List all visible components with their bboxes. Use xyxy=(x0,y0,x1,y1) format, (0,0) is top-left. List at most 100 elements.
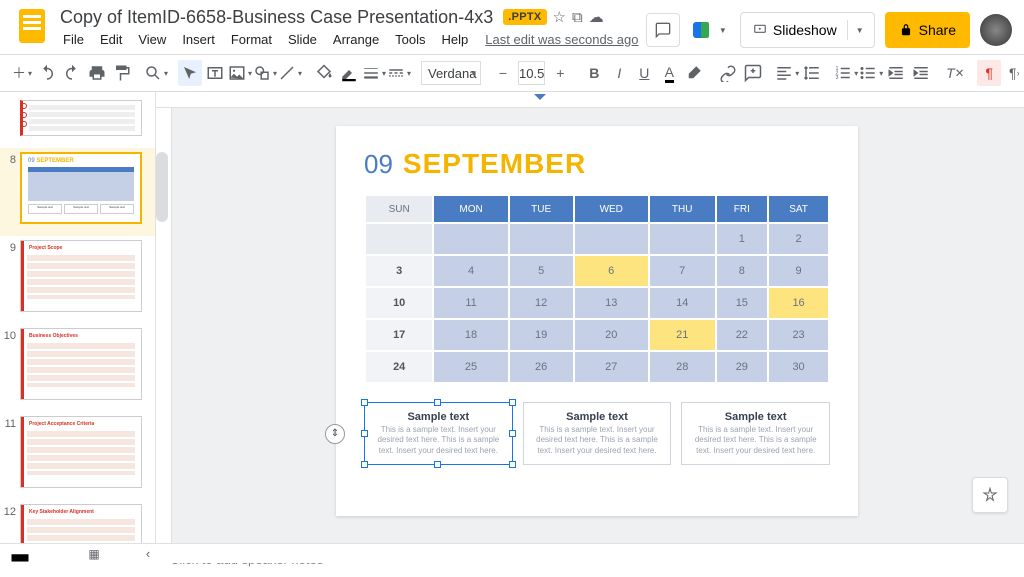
menu-help[interactable]: Help xyxy=(435,30,476,49)
font-size-increase[interactable]: + xyxy=(548,60,572,86)
cal-cell[interactable] xyxy=(650,224,715,254)
indent-decrease-button[interactable] xyxy=(884,60,908,86)
text-box-2[interactable]: Sample textThis is a sample text. Insert… xyxy=(681,402,830,465)
cal-cell[interactable]: 10 xyxy=(366,288,432,318)
text-box-1[interactable]: Sample textThis is a sample text. Insert… xyxy=(523,402,672,465)
cloud-icon[interactable]: ☁ xyxy=(589,8,604,26)
last-edit-link[interactable]: Last edit was seconds ago xyxy=(485,32,638,47)
explore-button[interactable] xyxy=(972,477,1008,513)
underline-button[interactable]: U xyxy=(632,60,656,86)
slide-thumb-12[interactable]: Key Stakeholder Alignment xyxy=(20,504,142,543)
slide-thumb-8[interactable]: 09 SEPTEMBERSample textSample textSample… xyxy=(20,152,142,224)
cal-cell[interactable]: 26 xyxy=(510,352,573,382)
resize-handle[interactable] xyxy=(434,399,441,406)
cal-cell[interactable]: 11 xyxy=(434,288,507,318)
ruler-marker-icon[interactable] xyxy=(534,94,546,104)
cal-cell[interactable] xyxy=(434,224,507,254)
cal-cell[interactable]: 2 xyxy=(769,224,828,254)
border-dash-button[interactable]: ▾ xyxy=(387,60,411,86)
cal-cell[interactable]: 28 xyxy=(650,352,715,382)
cal-cell[interactable] xyxy=(366,224,432,254)
cal-cell[interactable]: 6 xyxy=(575,256,648,286)
cal-cell[interactable]: 15 xyxy=(717,288,768,318)
cal-cell[interactable]: 4 xyxy=(434,256,507,286)
shape-tool[interactable]: ▾ xyxy=(253,60,277,86)
line-tool[interactable]: ▾ xyxy=(278,60,302,86)
cal-cell[interactable]: 30 xyxy=(769,352,828,382)
textbox-tool[interactable] xyxy=(203,60,227,86)
cal-cell[interactable] xyxy=(575,224,648,254)
menu-file[interactable]: File xyxy=(56,30,91,49)
grid-view-button[interactable]: ▦ xyxy=(82,546,106,562)
resize-handle[interactable] xyxy=(361,430,368,437)
slide-thumbnails[interactable]: 809 SEPTEMBERSample textSample textSampl… xyxy=(0,92,156,543)
menu-insert[interactable]: Insert xyxy=(175,30,222,49)
slide-thumb-9[interactable]: Project Scope xyxy=(20,240,142,312)
menu-tools[interactable]: Tools xyxy=(388,30,432,49)
slide-thumb-10[interactable]: Business Objectives xyxy=(20,328,142,400)
cal-cell[interactable]: 19 xyxy=(510,320,573,350)
align-button[interactable]: ▾ xyxy=(775,60,799,86)
filmstrip-view-button[interactable]: ▄▄ xyxy=(8,546,32,562)
fill-color-button[interactable] xyxy=(312,60,336,86)
font-size-decrease[interactable]: − xyxy=(491,60,515,86)
comment-button[interactable] xyxy=(741,60,765,86)
rtl-button[interactable]: ¶› xyxy=(1002,60,1024,86)
cal-cell[interactable]: 21 xyxy=(650,320,715,350)
slide-thumb-prev[interactable] xyxy=(20,100,142,136)
cal-cell[interactable]: 1 xyxy=(717,224,768,254)
resize-handle[interactable] xyxy=(509,399,516,406)
cal-cell[interactable]: 29 xyxy=(717,352,768,382)
image-tool[interactable]: ▾ xyxy=(228,60,252,86)
bold-button[interactable]: B xyxy=(582,60,606,86)
cal-cell[interactable]: 24 xyxy=(366,352,432,382)
cal-cell[interactable]: 23 xyxy=(769,320,828,350)
calendar-table[interactable]: SUNMONTUEWEDTHUFRISAT 123456789101112131… xyxy=(364,194,830,384)
resize-handle[interactable] xyxy=(434,461,441,468)
paint-format-button[interactable] xyxy=(110,60,134,86)
ruler-horizontal[interactable] xyxy=(156,92,1024,108)
zoom-button[interactable]: ▾ xyxy=(144,60,168,86)
slide-canvas[interactable]: 09 SEPTEMBER SUNMONTUEWEDTHUFRISAT 12345… xyxy=(336,126,858,516)
share-button[interactable]: Share xyxy=(885,12,970,48)
star-icon[interactable]: ☆ xyxy=(553,8,566,26)
cal-cell[interactable]: 8 xyxy=(717,256,768,286)
resize-handle[interactable] xyxy=(361,461,368,468)
menu-arrange[interactable]: Arrange xyxy=(326,30,386,49)
highlight-button[interactable] xyxy=(682,60,706,86)
cal-cell[interactable]: 16 xyxy=(769,288,828,318)
slide-thumb-11[interactable]: Project Acceptance Criteria xyxy=(20,416,142,488)
resize-handle[interactable] xyxy=(361,399,368,406)
indent-increase-button[interactable] xyxy=(909,60,933,86)
bulleted-list-button[interactable]: ▾ xyxy=(859,60,883,86)
doc-title[interactable]: Copy of ItemID-6658-Business Case Presen… xyxy=(56,6,497,29)
select-tool[interactable] xyxy=(178,60,202,86)
cal-cell[interactable]: 18 xyxy=(434,320,507,350)
cal-cell[interactable]: 22 xyxy=(717,320,768,350)
font-family-select[interactable]: Verdana xyxy=(421,61,481,85)
meet-button[interactable]: ▼ xyxy=(690,13,730,47)
menu-edit[interactable]: Edit xyxy=(93,30,129,49)
italic-button[interactable]: I xyxy=(607,60,631,86)
account-avatar[interactable] xyxy=(980,14,1012,46)
undo-button[interactable] xyxy=(35,60,59,86)
cal-cell[interactable]: 7 xyxy=(650,256,715,286)
cal-cell[interactable]: 20 xyxy=(575,320,648,350)
cal-cell[interactable]: 14 xyxy=(650,288,715,318)
resize-handle[interactable] xyxy=(509,461,516,468)
collapse-panel-button[interactable]: ‹ xyxy=(140,545,156,561)
numbered-list-button[interactable]: 123▾ xyxy=(834,60,858,86)
cal-cell[interactable]: 3 xyxy=(366,256,432,286)
cal-cell[interactable]: 25 xyxy=(434,352,507,382)
cal-cell[interactable]: 17 xyxy=(366,320,432,350)
comments-button[interactable] xyxy=(646,13,680,47)
print-button[interactable] xyxy=(85,60,109,86)
menu-view[interactable]: View xyxy=(131,30,173,49)
new-slide-button[interactable]: ＋▾ xyxy=(10,60,34,86)
cal-cell[interactable]: 12 xyxy=(510,288,573,318)
canvas-area[interactable]: 09 SEPTEMBER SUNMONTUEWEDTHUFRISAT 12345… xyxy=(156,92,1024,543)
cal-cell[interactable]: 27 xyxy=(575,352,648,382)
text-color-button[interactable]: A xyxy=(657,60,681,86)
drag-handle-icon[interactable]: ⇕ xyxy=(325,424,345,444)
cal-cell[interactable]: 9 xyxy=(769,256,828,286)
